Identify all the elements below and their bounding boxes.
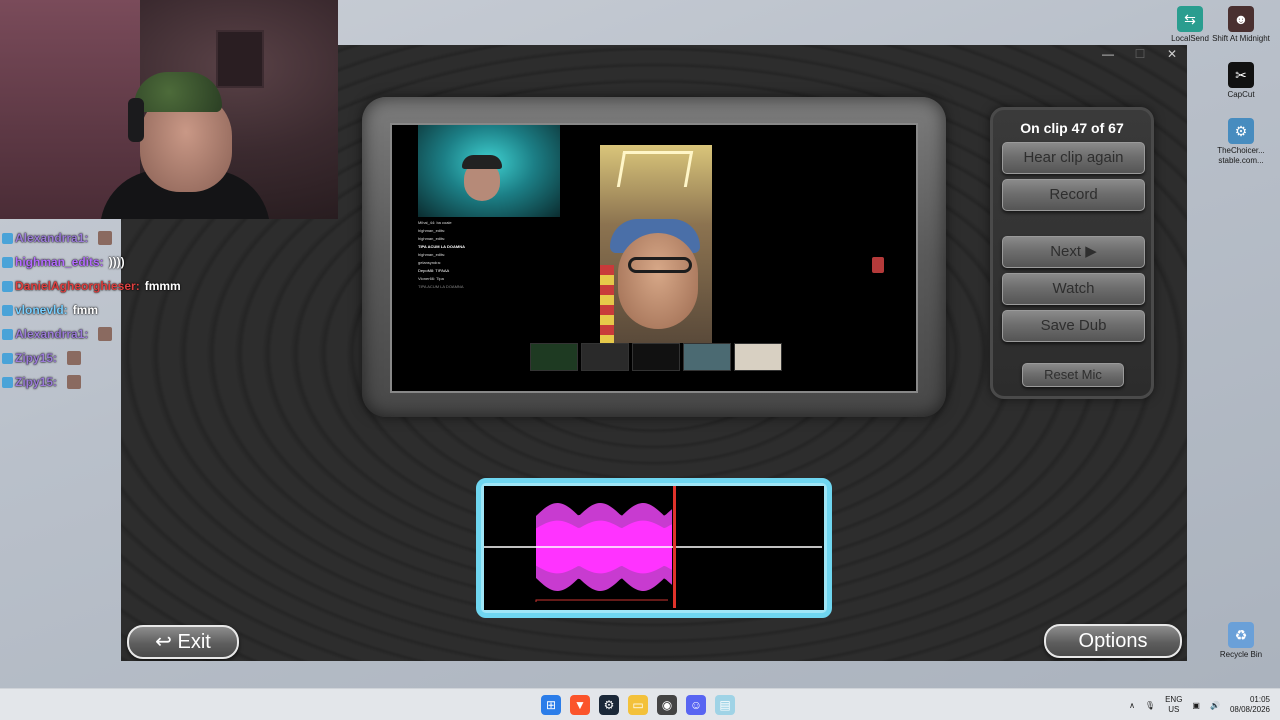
capcut-icon: ✂ bbox=[1228, 62, 1254, 88]
notepad-icon[interactable]: ▤ bbox=[715, 695, 735, 715]
chat-message: highman_edits:)))) bbox=[2, 250, 202, 274]
file-explorer-icon[interactable]: ▭ bbox=[628, 695, 648, 715]
taskbar-apps: ⊞ ▼ ⚙ ▭ ◉ ☺ ▤ bbox=[541, 695, 735, 715]
chevron-up-icon[interactable]: ∧ bbox=[1129, 701, 1135, 710]
playhead-marker[interactable] bbox=[673, 486, 676, 608]
waveform-graphic bbox=[484, 486, 822, 608]
system-tray: ∧ 🎙 ENG US ▣ 🔊 01:05 08/08/2026 bbox=[1129, 689, 1280, 720]
chat-badge-icon bbox=[2, 352, 13, 364]
chat-badge-icon bbox=[2, 256, 13, 268]
clock[interactable]: 01:05 08/08/2026 bbox=[1230, 695, 1270, 715]
taskbar: ⊞ ▼ ⚙ ▭ ◉ ☺ ▤ ∧ 🎙 ENG US ▣ 🔊 01:05 08/08… bbox=[0, 688, 1280, 720]
chat-emote-icon bbox=[98, 327, 113, 341]
stream-chat: Alexandrra1: highman_edits:)))) DanielAghe… bbox=[2, 226, 202, 394]
chat-emote-icon bbox=[98, 231, 113, 245]
chat-badge-icon bbox=[2, 304, 13, 316]
watch-button[interactable]: Watch bbox=[1002, 273, 1145, 305]
tv-frame: Mihai_44: ba coaie highman_edits: highma… bbox=[362, 97, 946, 417]
clip-status: On clip 47 of 67 bbox=[1020, 120, 1124, 136]
steam-icon[interactable]: ⚙ bbox=[599, 695, 619, 715]
chat-badge-icon bbox=[2, 328, 13, 340]
chat-message: Alexandrra1: bbox=[2, 226, 202, 250]
window-controls: — ☐ ✕ bbox=[1101, 47, 1179, 61]
obs-icon[interactable]: ◉ bbox=[657, 695, 677, 715]
chat-text: fmmm bbox=[144, 279, 181, 293]
desktop-icon-shift-at-midnight[interactable]: ☻ Shift At Midnight bbox=[1209, 6, 1273, 44]
chat-badge-icon bbox=[2, 232, 13, 244]
chat-message: vlonevld: fmm bbox=[2, 298, 202, 322]
chat-text: )))) bbox=[108, 255, 125, 269]
preview-thumbnails bbox=[530, 343, 782, 371]
chat-username: highman_edits: bbox=[15, 255, 104, 269]
discord-icon[interactable]: ☺ bbox=[686, 695, 706, 715]
chat-badge-icon bbox=[2, 376, 13, 388]
chat-badge-icon bbox=[2, 280, 13, 292]
record-button[interactable]: Record bbox=[1002, 179, 1145, 211]
save-dub-button[interactable]: Save Dub bbox=[1002, 310, 1145, 342]
clip-control-panel: On clip 47 of 67 Hear clip again Record … bbox=[990, 107, 1154, 399]
hear-clip-again-button[interactable]: Hear clip again bbox=[1002, 142, 1145, 174]
recycle-bin-icon: ♻ bbox=[1228, 622, 1254, 648]
volume-icon[interactable]: 🔊 bbox=[1210, 701, 1220, 710]
chat-emote-icon bbox=[67, 351, 82, 365]
brave-browser-icon[interactable]: ▼ bbox=[570, 695, 590, 715]
desktop-icon-label: Recycle Bin bbox=[1219, 650, 1263, 659]
audio-waveform[interactable] bbox=[476, 478, 832, 618]
microphone-icon[interactable]: 🎙 bbox=[1145, 701, 1155, 710]
network-icon[interactable]: ▣ bbox=[1192, 701, 1200, 710]
desktop-icon-recycle-bin[interactable]: ♻ Recycle Bin bbox=[1209, 622, 1273, 660]
desktop-icon-capcut[interactable]: ✂ CapCut bbox=[1209, 62, 1273, 100]
waveform-display bbox=[484, 486, 824, 610]
chat-username: Zipy15: bbox=[15, 375, 58, 389]
options-button[interactable]: Options bbox=[1044, 624, 1182, 658]
preview-sticker bbox=[872, 257, 884, 273]
chat-message: Zipy15: bbox=[2, 346, 202, 370]
chat-username: DanielAgheorghieser: bbox=[15, 279, 140, 293]
godot-icon: ⚙ bbox=[1228, 118, 1254, 144]
maximize-icon[interactable]: ☐ bbox=[1133, 47, 1147, 61]
desktop-icon-thechoicer[interactable]: ⚙ TheChoicer... stable.com... bbox=[1209, 118, 1273, 166]
desktop-icon-label: CapCut bbox=[1227, 90, 1255, 99]
video-preview: Mihai_44: ba coaie highman_edits: highma… bbox=[390, 123, 918, 393]
close-icon[interactable]: ✕ bbox=[1165, 47, 1179, 61]
desktop-icon-label: TheChoicer... stable.com... bbox=[1217, 146, 1265, 165]
localsend-icon: ⇆ bbox=[1177, 6, 1203, 32]
chat-message: DanielAgheorghieser: fmmm bbox=[2, 274, 202, 298]
chat-username: Zipy15: bbox=[15, 351, 58, 365]
next-button[interactable]: Next ▶ bbox=[1002, 236, 1145, 268]
mic-level-trace bbox=[535, 599, 668, 602]
chat-text: fmm bbox=[72, 303, 99, 317]
minimize-icon[interactable]: — bbox=[1101, 47, 1115, 61]
language-indicator[interactable]: ENG US bbox=[1165, 695, 1182, 715]
chat-message: Alexandrra1: bbox=[2, 322, 202, 346]
desktop-icon-label: Shift At Midnight bbox=[1212, 34, 1270, 43]
exit-button[interactable]: ↩ Exit bbox=[127, 625, 239, 659]
windows-start-icon[interactable]: ⊞ bbox=[541, 695, 561, 715]
chat-emote-icon bbox=[67, 375, 82, 389]
chat-message: Zipy15: bbox=[2, 370, 202, 394]
chat-username: Alexandrra1: bbox=[15, 327, 89, 341]
preview-webcam bbox=[418, 125, 560, 217]
game-icon: ☻ bbox=[1228, 6, 1254, 32]
preview-selfie-video bbox=[600, 145, 712, 343]
chat-username: vlonevld: bbox=[15, 303, 68, 317]
preview-chat: Mihai_44: ba coaie highman_edits: highma… bbox=[418, 220, 466, 289]
chat-username: Alexandrra1: bbox=[15, 231, 89, 245]
streamer-webcam bbox=[0, 0, 338, 219]
reset-mic-button[interactable]: Reset Mic bbox=[1022, 363, 1124, 387]
